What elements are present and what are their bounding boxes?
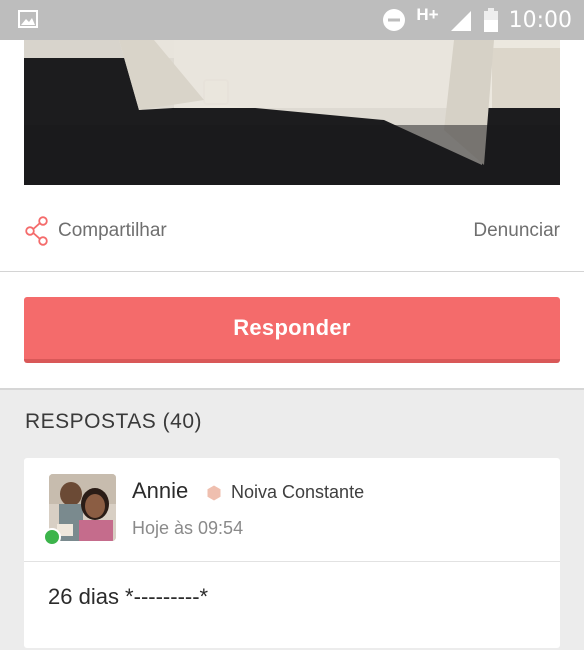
- network-type: H+: [416, 5, 439, 24]
- report-link[interactable]: Denunciar: [473, 214, 560, 248]
- battery-icon: [483, 8, 498, 32]
- answers-header: RESPOSTAS (40): [25, 410, 202, 433]
- answer-text: 26 dias *---------*: [48, 584, 209, 609]
- share-button[interactable]: Compartilhar: [24, 214, 167, 248]
- share-icon: [25, 216, 48, 246]
- reply-button[interactable]: Responder: [24, 297, 560, 363]
- signal-icon: [450, 11, 471, 31]
- clock: 10:00: [508, 7, 572, 33]
- divider: [24, 561, 560, 562]
- image-notification-icon: [18, 10, 38, 28]
- share-row: Compartilhar Denunciar: [24, 214, 560, 248]
- user-badge: Noiva Constante: [231, 482, 365, 502]
- divider: [0, 388, 584, 390]
- post-card: Compartilhar Denunciar: [0, 40, 584, 272]
- answer-card: Annie Noiva Constante Hoje às 09:54 26 d…: [24, 458, 560, 648]
- hexagon-badge-icon: [207, 485, 221, 501]
- status-bar: H+ 10:00: [0, 0, 584, 40]
- user-name[interactable]: Annie: [132, 478, 188, 504]
- answer-timestamp: Hoje às 09:54: [132, 518, 244, 538]
- share-label: Compartilhar: [58, 220, 167, 241]
- reply-section: Responder: [0, 272, 584, 388]
- post-photo[interactable]: [24, 40, 560, 185]
- do-not-disturb-icon: [383, 9, 406, 31]
- online-status-indicator: [43, 528, 61, 546]
